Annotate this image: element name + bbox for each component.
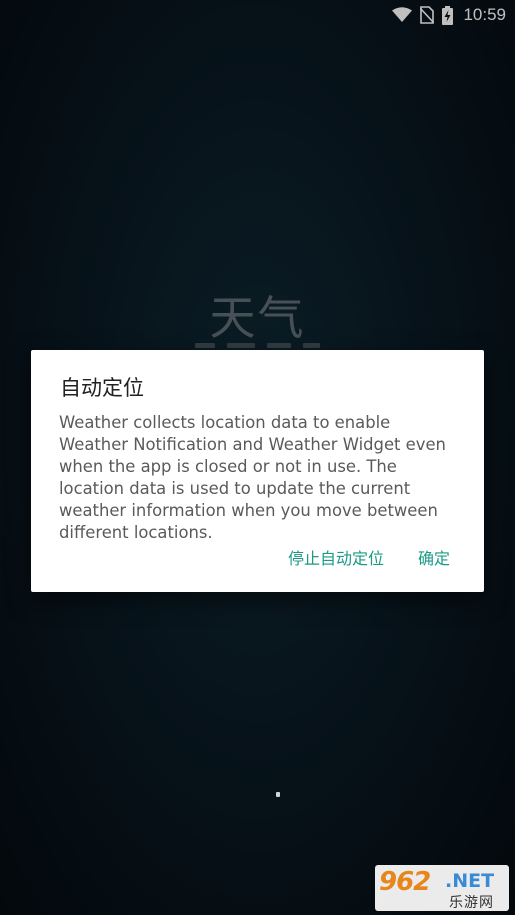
watermark-logo: 962 .NET 乐游网 — [375, 865, 509, 911]
loading-indicator — [276, 792, 280, 797]
dialog-actions: 停止自动定位 确定 — [288, 545, 450, 569]
watermark-net: .NET — [445, 870, 495, 892]
dialog-message: Weather collects location data to enable… — [59, 413, 446, 542]
dialog-title: 自动定位 — [60, 376, 144, 400]
watermark-number: 962 — [379, 867, 431, 897]
confirm-button[interactable]: 确定 — [418, 545, 450, 569]
stop-auto-locate-button[interactable]: 停止自动定位 — [288, 545, 384, 569]
location-permission-dialog: 自动定位 Weather collects location data to e… — [31, 350, 484, 592]
watermark-subtitle: 乐游网 — [449, 895, 494, 911]
